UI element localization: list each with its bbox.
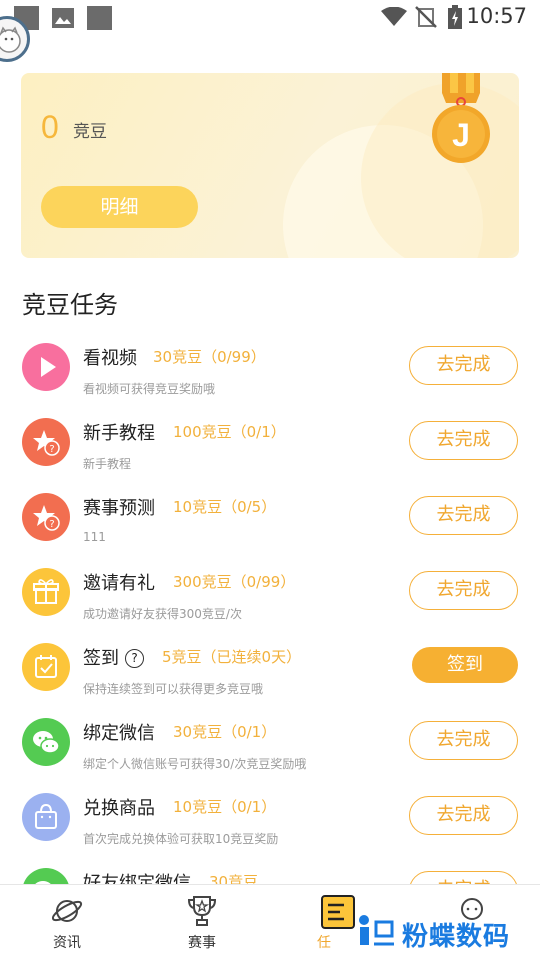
gift-icon xyxy=(22,568,70,616)
nav-label: 赛事 xyxy=(188,935,216,951)
task-item-tutorial: ? 新手教程 100竞豆（0/1） 新手教程 去完成 xyxy=(0,405,540,480)
notification-icon xyxy=(87,6,112,30)
svg-text:J: J xyxy=(452,117,470,153)
task-name: 邀请有礼 xyxy=(83,573,155,594)
trophy-icon xyxy=(187,896,217,926)
task-item-bind-wechat: 绑定微信 30竞豆（0/1） 绑定个人微信账号可获得30/次竞豆奖励哦 去完成 xyxy=(0,705,540,780)
no-signal-icon xyxy=(415,6,437,32)
task-name: 兑换商品 xyxy=(83,798,155,819)
nav-item-events[interactable]: 赛事 xyxy=(152,885,252,960)
complete-button[interactable]: 去完成 xyxy=(409,496,518,535)
task-reward: 100竞豆（0/1） xyxy=(173,423,286,441)
battery-icon xyxy=(447,5,463,34)
calendar-check-icon xyxy=(22,643,70,691)
medal-icon: J xyxy=(426,73,496,169)
task-name: 绑定微信 xyxy=(83,723,155,744)
complete-button[interactable]: 去完成 xyxy=(409,721,518,760)
wechat-icon xyxy=(22,718,70,766)
planet-icon xyxy=(51,900,83,922)
help-icon[interactable]: ? xyxy=(125,649,144,668)
watermark-text: 粉蝶数码 xyxy=(402,922,511,952)
task-desc: 首次完成兑换体验可获取10竞豆奖励 xyxy=(83,832,279,846)
star-question-icon: ? xyxy=(22,493,70,541)
svg-text:?: ? xyxy=(49,519,54,530)
task-name: 看视频 xyxy=(83,348,137,369)
bag-icon xyxy=(22,793,70,841)
complete-button[interactable]: 去完成 xyxy=(409,571,518,610)
image-icon xyxy=(51,7,75,29)
task-name: 签到? xyxy=(83,644,144,670)
task-desc: 成功邀请好友获得300竞豆/次 xyxy=(83,607,242,621)
task-name: 新手教程 xyxy=(83,423,155,444)
balance-unit: 竞豆 xyxy=(73,122,107,142)
detail-button[interactable]: 明细 xyxy=(41,186,198,228)
complete-button[interactable]: 去完成 xyxy=(409,346,518,385)
status-bar: 10:57 xyxy=(0,0,540,36)
task-list-icon xyxy=(321,895,355,929)
task-item-prediction: ? 赛事预测 10竞豆（0/5） 111 去完成 xyxy=(0,480,540,555)
task-desc: 保持连续签到可以获得更多竞豆哦 xyxy=(83,682,264,696)
task-reward: 300竞豆（0/99） xyxy=(173,573,296,591)
task-desc: 新手教程 xyxy=(83,457,132,471)
svg-text:?: ? xyxy=(49,444,54,455)
complete-button[interactable]: 去完成 xyxy=(409,796,518,835)
complete-button[interactable]: 去完成 xyxy=(409,421,518,460)
task-list: 看视频 30竞豆（0/99） 看视频可获得竞豆奖励哦 去完成 ? 新手教程 10… xyxy=(0,330,540,930)
task-reward: 30竞豆（0/1） xyxy=(173,723,277,741)
task-desc: 111 xyxy=(83,530,106,544)
task-reward: 5竞豆（已连续0天） xyxy=(162,648,302,666)
task-reward: 10竞豆（0/5） xyxy=(173,498,277,516)
balance-value: 0 xyxy=(41,109,59,145)
star-question-icon: ? xyxy=(22,418,70,466)
task-item-invite: 邀请有礼 300竞豆（0/99） 成功邀请好友获得300竞豆/次 去完成 xyxy=(0,555,540,630)
wifi-icon xyxy=(381,6,407,31)
task-desc: 看视频可获得竞豆奖励哦 xyxy=(83,382,216,396)
watermark-logo: 粉蝶数码 xyxy=(354,910,534,956)
task-desc: 绑定个人微信账号可获得30/次竞豆奖励哦 xyxy=(83,757,307,771)
watermark-icon xyxy=(356,912,396,952)
task-reward: 30竞豆（0/99） xyxy=(153,348,266,366)
checkin-button[interactable]: 签到 xyxy=(412,647,518,683)
balance-card: 0 竞豆 明细 J xyxy=(21,73,519,258)
clock: 10:57 xyxy=(466,4,527,28)
task-reward: 10竞豆（0/1） xyxy=(173,798,277,816)
task-item-redeem: 兑换商品 10竞豆（0/1） 首次完成兑换体验可获取10竞豆奖励 去完成 xyxy=(0,780,540,855)
task-item-watch-video: 看视频 30竞豆（0/99） 看视频可获得竞豆奖励哦 去完成 xyxy=(0,330,540,405)
play-icon xyxy=(22,343,70,391)
section-title: 竞豆任务 xyxy=(22,291,118,319)
task-item-checkin: 签到? 5竞豆（已连续0天） 保持连续签到可以获得更多竞豆哦 签到 xyxy=(0,630,540,705)
nav-label: 资讯 xyxy=(53,935,81,951)
nav-item-news[interactable]: 资讯 xyxy=(17,885,117,960)
task-name: 赛事预测 xyxy=(83,498,155,519)
